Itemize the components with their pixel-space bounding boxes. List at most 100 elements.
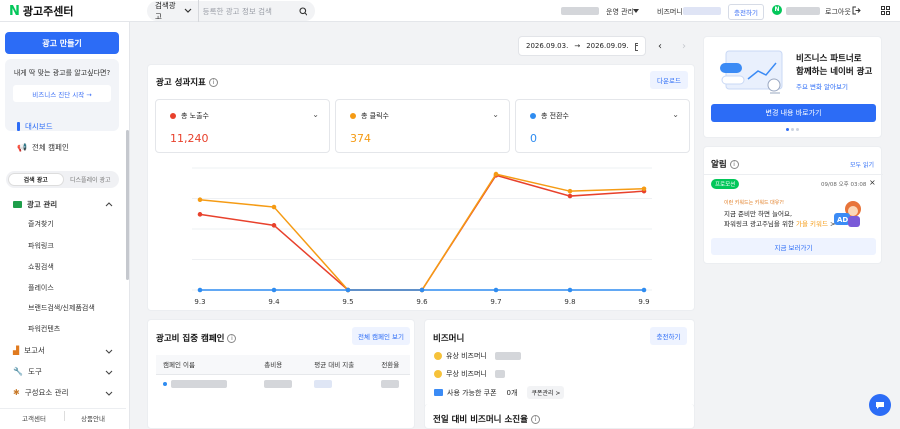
create-ad-button[interactable]: 광고 만들기 [5,32,119,54]
metric-label: 총 클릭수 [350,111,389,121]
data-point [641,287,647,293]
sidebar-item-all-campaigns[interactable]: 📢 전체 캠페인 [17,142,69,153]
see-now-button[interactable]: 지금 보러가기 [711,238,876,255]
coin-icon [434,370,442,378]
search-icon[interactable] [299,6,307,16]
sidebar-item-reports[interactable]: ▟ 보고서 [13,345,45,356]
date-start: 2026.09.03. [526,42,569,50]
data-point [493,171,499,177]
carousel-dot[interactable] [786,128,789,131]
next-period-button[interactable]: › [674,36,694,56]
search-type-label: 검색광고 [155,1,176,21]
x-tick-label: 9.9 [638,298,649,306]
notice-highlight: 가을 키워드 [795,220,828,228]
sidebar-subitem[interactable]: 파워링크 [28,241,54,251]
dropdown-triangle-icon[interactable] [633,9,639,13]
chevron-down-icon [184,8,192,13]
focus-campaign-title: 광고비 집중 캠페인 i [156,332,237,344]
status-dot-icon [163,382,167,387]
download-button[interactable]: 다운로드 [650,71,688,89]
chevron-down-icon[interactable] [105,349,113,354]
bizmoney-charge-button[interactable]: 충전하기 [650,327,687,345]
x-tick-label: 9.5 [342,298,353,306]
info-icon[interactable]: i [729,160,739,169]
coupon-row: 사용 가능한 쿠폰 0개 쿠폰관리 > [434,386,565,399]
table-row[interactable] [156,374,410,394]
search-input[interactable] [202,6,295,16]
data-point [641,186,647,192]
data-point [567,193,573,199]
chevron-up-icon[interactable] [105,202,113,207]
sidebar-subitem[interactable]: 즐겨찾기 [28,219,54,229]
carousel-dot[interactable] [796,128,799,131]
notice-message[interactable]: 지금 준비만 하면 늘어요, 파워링크 광고주님을 위한 가을 키워드 > [724,209,835,229]
chevron-down-icon[interactable]: ⌄ [672,110,679,119]
chevron-down-icon[interactable]: ⌄ [492,110,499,119]
operation-menu[interactable]: 운영 관리 [606,7,634,17]
sidebar-item-components[interactable]: ✱ 구성요소 관리 [13,387,69,398]
metric-card-clicks[interactable]: 총 클릭수 374 ⌄ [335,99,510,153]
coupon-manage-button[interactable]: 쿠폰관리 > [527,386,565,399]
metric-card-impressions[interactable]: 총 노출수 11,240 ⌄ [155,99,330,153]
data-point [493,287,499,293]
chevron-down-icon[interactable] [105,391,113,396]
logo[interactable]: N 광고주센터 [9,3,74,19]
info-icon[interactable]: i [530,415,540,424]
chevron-down-icon[interactable] [105,370,113,375]
data-point [567,287,573,293]
chat-button[interactable] [869,394,891,416]
recommend-text: 내게 딱 맞는 광고를 알고싶다면? [13,69,111,77]
banner-headline: 비즈니스 파트너로 함께하는 네이버 광고 [796,53,872,79]
prev-period-button[interactable]: ‹ [650,36,670,56]
date-range-picker[interactable]: 2026.09.03. → 2026.09.09. [518,36,646,56]
campaign-name-redacted [171,380,227,389]
customer-center-link[interactable]: 고객센터 [22,413,46,423]
data-point [567,188,573,194]
sidebar-subitem[interactable]: 쇼핑검색 [28,262,54,272]
close-icon[interactable]: × [869,178,876,187]
logout-icon[interactable] [852,6,861,15]
cost-redacted [264,380,293,389]
search-type-select[interactable]: 검색광고 [155,0,199,22]
toggle-display-ads[interactable]: 디스플레이 광고 [64,173,118,186]
data-point [197,212,203,217]
dashboard-illustration-icon [720,50,783,94]
sidebar-subitem[interactable]: 플레이스 [28,283,54,293]
notice-time: 09/08 오후 03:08 [821,182,867,188]
campaign-table: 캠페인 이름 총비용 평균 대비 지출 전환율 [156,355,410,394]
toggle-search-ads[interactable]: 검색 광고 [8,173,64,186]
diagnosis-start-button[interactable]: 비즈니스 진단 시작 → [13,85,111,102]
sidebar-subitem[interactable]: 브랜드검색/신제품검색 [28,303,95,313]
apps-grid-icon[interactable] [881,6,890,15]
info-icon[interactable]: i [227,334,237,343]
read-all-button[interactable]: 모두 읽기 [850,160,874,169]
data-point [419,287,425,293]
sidebar-item-tools[interactable]: 🔧 도구 [13,366,42,377]
focus-campaign-card: 광고비 집중 캠페인 i 전체 캠페인 보기 캠페인 이름 총비용 평균 대비 지… [147,319,415,429]
table-header-row: 캠페인 이름 총비용 평균 대비 지출 전환율 [156,355,410,375]
carousel-dot[interactable] [791,128,794,131]
puzzle-icon: ✱ [13,388,20,397]
info-icon[interactable]: i [208,78,218,87]
notice-title-text: 알림 [711,160,727,170]
sidebar-subitem[interactable]: 파워컨텐츠 [28,324,60,334]
logout-button[interactable]: 로그아웃 [825,7,851,17]
sidebar-item-dashboard[interactable]: 대시보드 [17,121,53,132]
carousel-dots[interactable] [786,128,799,131]
dashboard-icon [17,122,20,131]
product-guide-link[interactable]: 상품안내 [81,413,105,423]
sidebar-scrollbar[interactable] [126,130,129,280]
header-charge-button[interactable]: 충전하기 [728,4,764,20]
view-all-campaigns-button[interactable]: 전체 캠페인 보기 [352,327,410,345]
sidebar-item-label: 대시보드 [25,122,53,131]
chevron-down-icon[interactable]: ⌄ [312,110,319,119]
banner-cta-button[interactable]: 변경 내용 바로가기 [711,104,876,122]
sidebar-item-ad-management[interactable]: 광고 관리 [13,199,57,210]
top-bar: N 광고주센터 검색광고 운영 관리 비즈머니 충전하기 N 로그아웃 [0,0,900,22]
sidebar-item-label: 보고서 [24,346,45,355]
naver-account-icon: N [772,5,782,15]
blue-dot-icon [530,113,536,119]
metric-card-conversions[interactable]: 총 전환수 0 ⌄ [515,99,690,153]
metric-label-text: 총 클릭수 [361,112,389,120]
banner-link[interactable]: 주요 변화 알아보기 [796,81,848,91]
